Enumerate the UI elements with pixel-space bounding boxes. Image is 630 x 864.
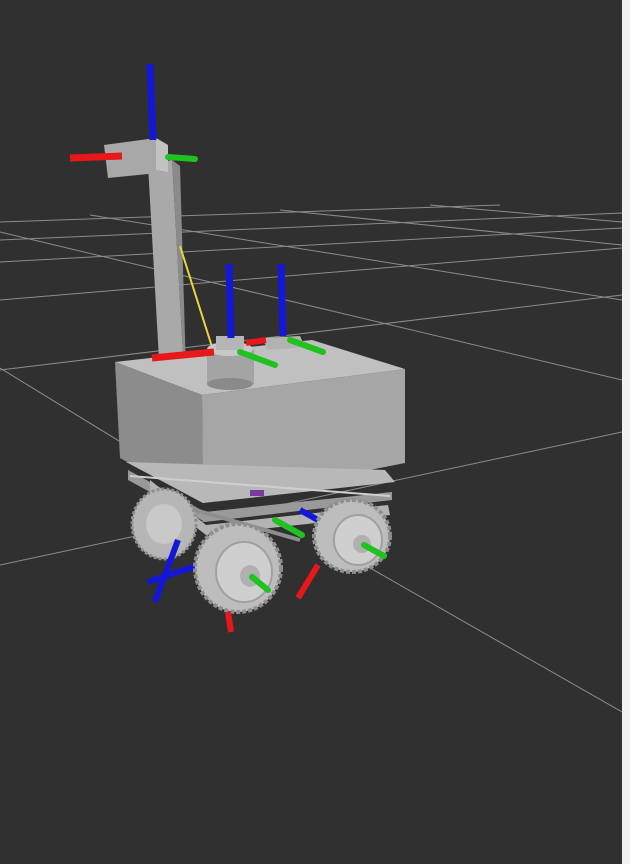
window-edge bbox=[622, 0, 630, 864]
robot-scene[interactable] bbox=[0, 0, 622, 864]
front-right-wheel[interactable] bbox=[312, 498, 392, 574]
front-left-wheel[interactable] bbox=[193, 522, 283, 614]
rear-left-wheel[interactable] bbox=[130, 487, 198, 561]
3d-viewport[interactable] bbox=[0, 0, 630, 864]
